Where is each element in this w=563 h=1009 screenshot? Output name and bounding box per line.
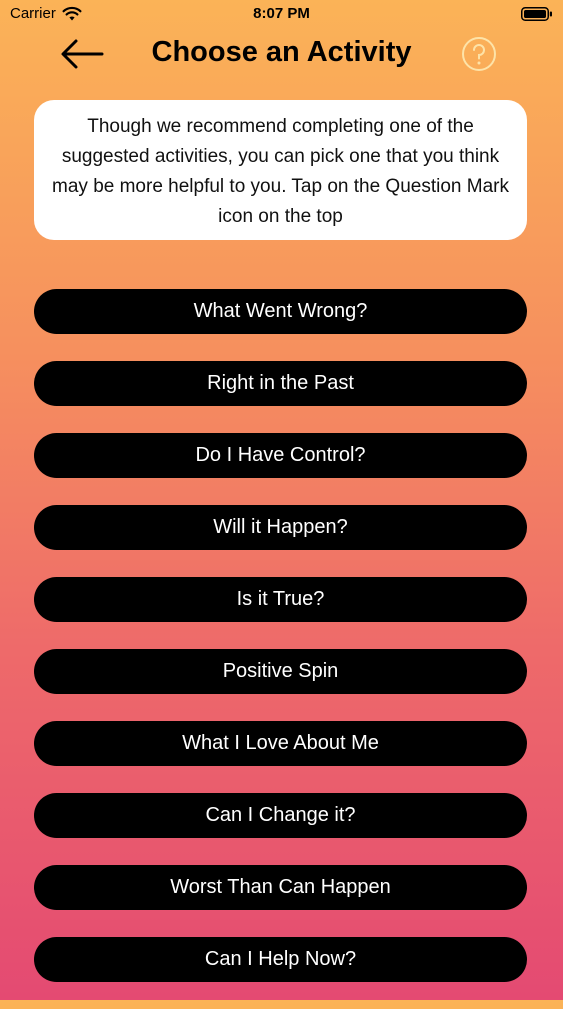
activity-positive-spin-button[interactable]: Positive Spin [34, 649, 527, 694]
question-circle-icon[interactable] [461, 36, 497, 72]
activity-can-i-change-it-button[interactable]: Can I Change it? [34, 793, 527, 838]
activity-is-it-true-button[interactable]: Is it True? [34, 577, 527, 622]
activity-can-i-help-now-button[interactable]: Can I Help Now? [34, 937, 527, 982]
status-time: 8:07 PM [253, 5, 310, 22]
activity-do-i-have-control-button[interactable]: Do I Have Control? [34, 433, 527, 478]
activity-worst-than-can-happen-button[interactable]: Worst Than Can Happen [34, 865, 527, 910]
battery-icon [521, 7, 552, 21]
info-text: Though we recommend completing one of th… [52, 116, 509, 227]
navigation-bar: Choose an Activity [0, 28, 563, 80]
activity-list: What Went Wrong? Right in the Past Do I … [34, 289, 527, 1009]
activity-will-it-happen-button[interactable]: Will it Happen? [34, 505, 527, 550]
activity-what-went-wrong-button[interactable]: What Went Wrong? [34, 289, 527, 334]
info-card: Though we recommend completing one of th… [34, 100, 527, 240]
activity-right-in-the-past-button[interactable]: Right in the Past [34, 361, 527, 406]
activity-what-i-love-about-me-button[interactable]: What I Love About Me [34, 721, 527, 766]
status-bar: Carrier 8:07 PM [0, 0, 563, 28]
